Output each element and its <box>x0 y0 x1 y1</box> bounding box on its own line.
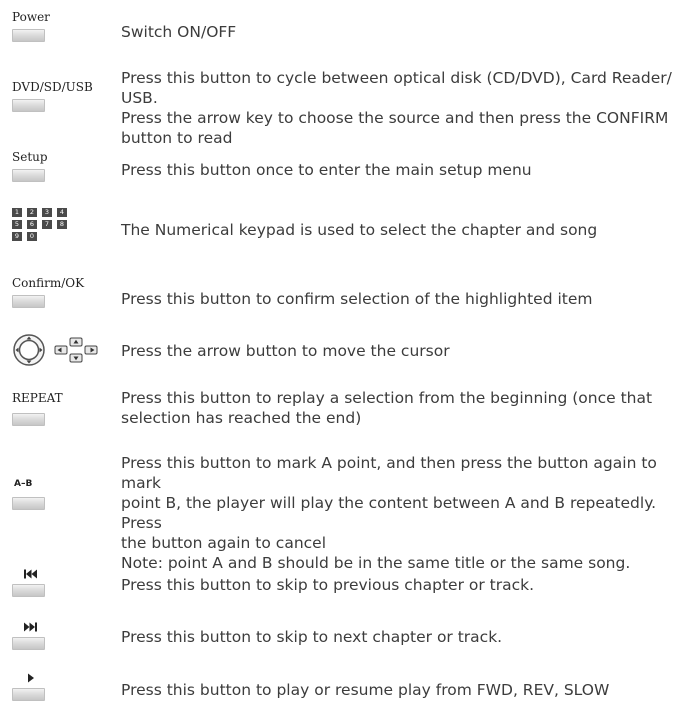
key-4: 4 <box>57 208 67 217</box>
skip-next-button-icon <box>12 637 45 650</box>
confirm-button-illustration: Confirm/OK <box>12 276 112 308</box>
source-description: Press this button to cycle between optic… <box>121 68 687 148</box>
power-description: Switch ON/OFF <box>121 22 687 42</box>
setup-label: Setup <box>12 150 48 164</box>
arrows-description: Press the arrow button to move the curso… <box>121 341 687 361</box>
play-description: Press this button to play or resume play… <box>121 680 687 700</box>
skip-previous-description: Press this button to skip to previous ch… <box>121 575 687 595</box>
desc-line: Press this button to skip to next chapte… <box>121 628 503 646</box>
a-b-button-icon <box>12 497 45 510</box>
skip-previous-icon <box>24 569 37 579</box>
desc-line: Press the arrow key to choose the source… <box>121 109 669 127</box>
repeat-button-illustration: REPEAT <box>12 391 112 426</box>
key-6: 6 <box>27 220 37 229</box>
desc-line: Press this button once to enter the main… <box>121 161 532 179</box>
confirm-label: Confirm/OK <box>12 276 85 290</box>
skip-next-illustration <box>12 621 112 650</box>
desc-line: the button again to cancel <box>121 534 327 552</box>
desc-line: Press this button to skip to previous ch… <box>121 576 535 594</box>
desc-line: Press this button to replay a selection … <box>121 389 653 407</box>
key-5: 5 <box>12 220 22 229</box>
desc-line: selection has reached the end) <box>121 409 362 427</box>
desc-line: The Numerical keypad is used to select t… <box>121 221 598 239</box>
desc-line: Press this button to cycle between optic… <box>121 69 672 107</box>
a-b-button-illustration: A–B <box>12 479 112 510</box>
repeat-label: REPEAT <box>12 391 63 405</box>
repeat-description: Press this button to replay a selection … <box>121 388 687 428</box>
keypad-description: The Numerical keypad is used to select t… <box>121 220 687 240</box>
key-7: 7 <box>42 220 52 229</box>
skip-next-description: Press this button to skip to next chapte… <box>121 627 687 647</box>
numeric-keypad: 1 2 3 4 5 6 7 8 9 0 <box>12 208 112 241</box>
arrow-pad-icon <box>13 334 98 366</box>
confirm-button-icon <box>12 295 45 308</box>
key-3: 3 <box>42 208 52 217</box>
source-button-illustration: DVD/SD/USB <box>12 80 112 112</box>
skip-next-icon <box>24 622 37 632</box>
key-1: 1 <box>12 208 22 217</box>
key-9: 9 <box>12 232 22 241</box>
numeric-keypad-illustration: 1 2 3 4 5 6 7 8 9 0 <box>12 208 112 241</box>
desc-line: Press this button to confirm selection o… <box>121 290 593 308</box>
arrow-pad-illustration <box>12 333 112 371</box>
play-illustration <box>12 672 112 701</box>
desc-line: point B, the player will play the conten… <box>121 494 657 532</box>
key-0: 0 <box>27 232 37 241</box>
a-b-label: A–B <box>14 479 33 489</box>
repeat-button-icon <box>12 413 45 426</box>
confirm-description: Press this button to confirm selection o… <box>121 289 687 309</box>
a-b-description: Press this button to mark A point, and t… <box>121 453 687 573</box>
desc-line: Note: point A and B should be in the sam… <box>121 554 631 572</box>
power-button-icon <box>12 29 45 42</box>
key-2: 2 <box>27 208 37 217</box>
setup-button-illustration: Setup <box>12 150 112 182</box>
desc-line: button to read <box>121 129 233 147</box>
power-button-illustration: Power <box>12 10 112 42</box>
desc-line: Press this button to play or resume play… <box>121 681 610 699</box>
key-8: 8 <box>57 220 67 229</box>
desc-line: Switch ON/OFF <box>121 23 237 41</box>
source-button-icon <box>12 99 45 112</box>
skip-previous-illustration <box>12 568 112 597</box>
desc-line: Press this button to mark A point, and t… <box>121 454 657 492</box>
power-label: Power <box>12 10 50 24</box>
source-label: DVD/SD/USB <box>12 80 93 94</box>
desc-line: Press the arrow button to move the curso… <box>121 342 450 360</box>
setup-description: Press this button once to enter the main… <box>121 160 687 180</box>
skip-previous-button-icon <box>12 584 45 597</box>
play-button-icon <box>12 688 45 701</box>
play-icon <box>28 673 34 683</box>
setup-button-icon <box>12 169 45 182</box>
